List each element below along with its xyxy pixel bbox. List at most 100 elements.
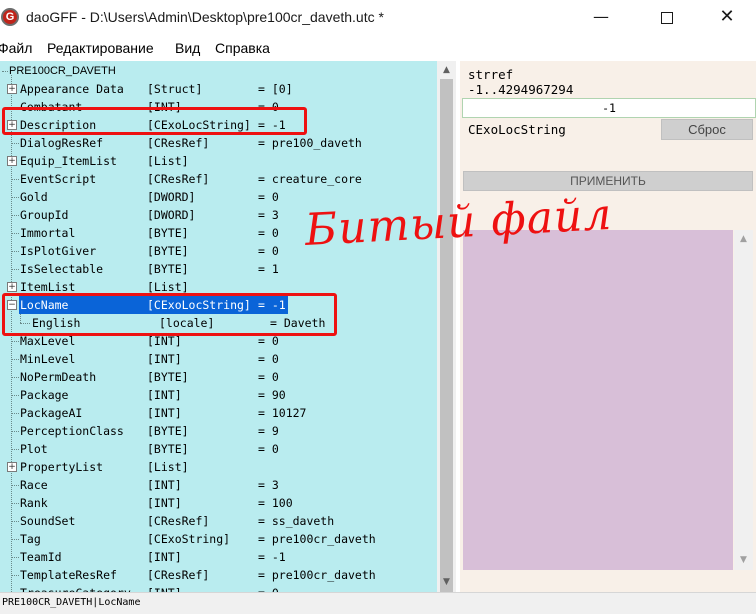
field-name: PropertyList xyxy=(20,460,104,474)
tree-row[interactable]: EventScript [CResRef] = creature_core xyxy=(0,170,437,188)
expand-icon[interactable]: + xyxy=(7,156,17,166)
tree-row[interactable]: TeamId [INT] = -1 xyxy=(0,548,437,566)
field-type: [BYTE] xyxy=(147,226,189,240)
tree-branch-line xyxy=(12,197,19,198)
menu-file[interactable]: Файл xyxy=(0,40,32,56)
tree-row[interactable]: NoPermDeath [BYTE] = 0 xyxy=(0,368,437,386)
field-name: Rank xyxy=(20,496,48,510)
string-text-area[interactable] xyxy=(463,230,733,570)
field-value: = 10127 xyxy=(258,406,307,420)
tree-row[interactable]: Package [INT] = 90 xyxy=(0,386,437,404)
field-value: = pre100cr_daveth xyxy=(258,532,376,546)
tree-branch-line xyxy=(12,341,19,342)
field-name: PackageAI xyxy=(20,406,83,420)
field-name: PerceptionClass xyxy=(20,424,124,438)
expand-icon[interactable]: + xyxy=(7,282,17,292)
tree-row[interactable]: TemplateResRef [CResRef] = pre100cr_daveth xyxy=(0,566,437,584)
tree-row[interactable]: TreasureCategory [INT] = 0 xyxy=(0,584,437,592)
field-type: [Struct] xyxy=(147,82,203,96)
tree-row[interactable]: Tag [CExoString] = pre100cr_daveth xyxy=(0,530,437,548)
tree-row[interactable]: PerceptionClass [BYTE] = 9 xyxy=(0,422,437,440)
tree-row[interactable]: MinLevel [INT] = 0 xyxy=(0,350,437,368)
field-value: = 0 xyxy=(258,226,279,240)
tree-root-label: PRE100CR_DAVETH xyxy=(9,65,116,77)
tree-branch-line xyxy=(12,377,19,378)
tree-row[interactable]: Rank [INT] = 100 xyxy=(0,494,437,512)
field-value: = pre100cr_daveth xyxy=(258,568,376,582)
status-bar: PRE100CR_DAVETH|LocName xyxy=(0,592,756,614)
field-type: [CExoString] xyxy=(147,532,231,546)
tree-branch-line xyxy=(12,431,19,432)
tree-row[interactable]: IsSelectable [BYTE] = 1 xyxy=(0,260,437,278)
field-type: [BYTE] xyxy=(147,424,189,438)
field-type: [DWORD] xyxy=(147,208,196,222)
menu-view[interactable]: Вид xyxy=(175,40,200,56)
tree-row[interactable]: Race [INT] = 3 xyxy=(0,476,437,494)
tree-branch-line xyxy=(12,413,19,414)
text-area-scrollbar[interactable]: ▲ ▼ xyxy=(734,230,753,570)
maximize-icon xyxy=(661,11,673,24)
expand-icon[interactable]: + xyxy=(7,462,17,472)
field-type: [CResRef] xyxy=(147,568,210,582)
tree-branch-line xyxy=(12,251,19,252)
field-range-label: -1..4294967294 xyxy=(468,82,574,97)
field-type: [INT] xyxy=(147,584,182,592)
tree-branch-line xyxy=(12,557,19,558)
tree-branch-line xyxy=(12,359,19,360)
tree-branch-line xyxy=(12,143,19,144)
field-value: = 0 xyxy=(258,584,279,592)
field-editor-panel: strref -1..4294967294 -1 CExoLocString С… xyxy=(460,61,756,592)
menu-edit[interactable]: Редактирование xyxy=(47,40,154,56)
tree-root-expander[interactable] xyxy=(2,70,8,72)
tree-branch-line xyxy=(12,575,19,576)
field-type: [BYTE] xyxy=(147,442,189,456)
field-name: Plot xyxy=(20,442,48,456)
menu-help[interactable]: Справка xyxy=(215,40,270,56)
reset-button[interactable]: Сброс xyxy=(661,119,753,140)
tree-row[interactable]: + PropertyList [List] xyxy=(0,458,437,476)
tree-row[interactable]: Plot [BYTE] = 0 xyxy=(0,440,437,458)
tree-branch-line xyxy=(12,485,19,486)
field-type: [CResRef] xyxy=(147,514,210,528)
tree-branch-line xyxy=(12,215,19,216)
field-name: Tag xyxy=(20,532,41,546)
scroll-down-icon[interactable]: ▼ xyxy=(437,574,456,591)
field-name: DialogResRef xyxy=(20,136,104,150)
minimize-button[interactable]: — xyxy=(578,0,624,36)
tree-branch-line xyxy=(12,449,19,450)
field-type: [BYTE] xyxy=(147,262,189,276)
field-name: TemplateResRef xyxy=(20,568,117,582)
field-type: [CResRef] xyxy=(147,172,210,186)
field-type-label: CExoLocString xyxy=(468,122,566,137)
text-scroll-up-icon[interactable]: ▲ xyxy=(734,231,753,248)
app-icon[interactable]: G xyxy=(1,8,19,26)
tree-row[interactable]: + Appearance Data [Struct] = [0] xyxy=(0,80,437,98)
maximize-button[interactable] xyxy=(644,0,690,36)
field-value: = pre100_daveth xyxy=(258,136,362,150)
value-input[interactable]: -1 xyxy=(462,98,756,118)
field-value: = 0 xyxy=(258,352,279,366)
field-value: = 9 xyxy=(258,424,279,438)
tree-scrollbar[interactable]: ▲ ▼ xyxy=(437,61,456,605)
apply-button[interactable]: ПРИМЕНИТЬ xyxy=(463,171,753,191)
field-name: Race xyxy=(20,478,48,492)
status-path: PRE100CR_DAVETH|LocName xyxy=(2,597,141,608)
field-value: = [0] xyxy=(258,82,293,96)
field-type: [INT] xyxy=(147,478,182,492)
field-name: Immortal xyxy=(20,226,76,240)
expand-icon[interactable]: + xyxy=(7,84,17,94)
tree-row[interactable]: + Equip_ItemList [List] xyxy=(0,152,437,170)
field-type: [DWORD] xyxy=(147,190,196,204)
tree-root[interactable]: PRE100CR_DAVETH xyxy=(2,65,116,77)
tree-row[interactable]: SoundSet [CResRef] = ss_daveth xyxy=(0,512,437,530)
field-name: TeamId xyxy=(20,550,62,564)
field-name: MinLevel xyxy=(20,352,76,366)
scroll-thumb[interactable] xyxy=(440,79,453,605)
scroll-up-icon[interactable]: ▲ xyxy=(437,62,456,79)
field-type: [INT] xyxy=(147,388,182,402)
text-scroll-down-icon[interactable]: ▼ xyxy=(734,552,753,569)
tree-row[interactable]: PackageAI [INT] = 10127 xyxy=(0,404,437,422)
close-button[interactable]: ✕ xyxy=(704,0,750,36)
tree-row[interactable]: DialogResRef [CResRef] = pre100_daveth xyxy=(0,134,437,152)
field-type: [List] xyxy=(147,154,189,168)
